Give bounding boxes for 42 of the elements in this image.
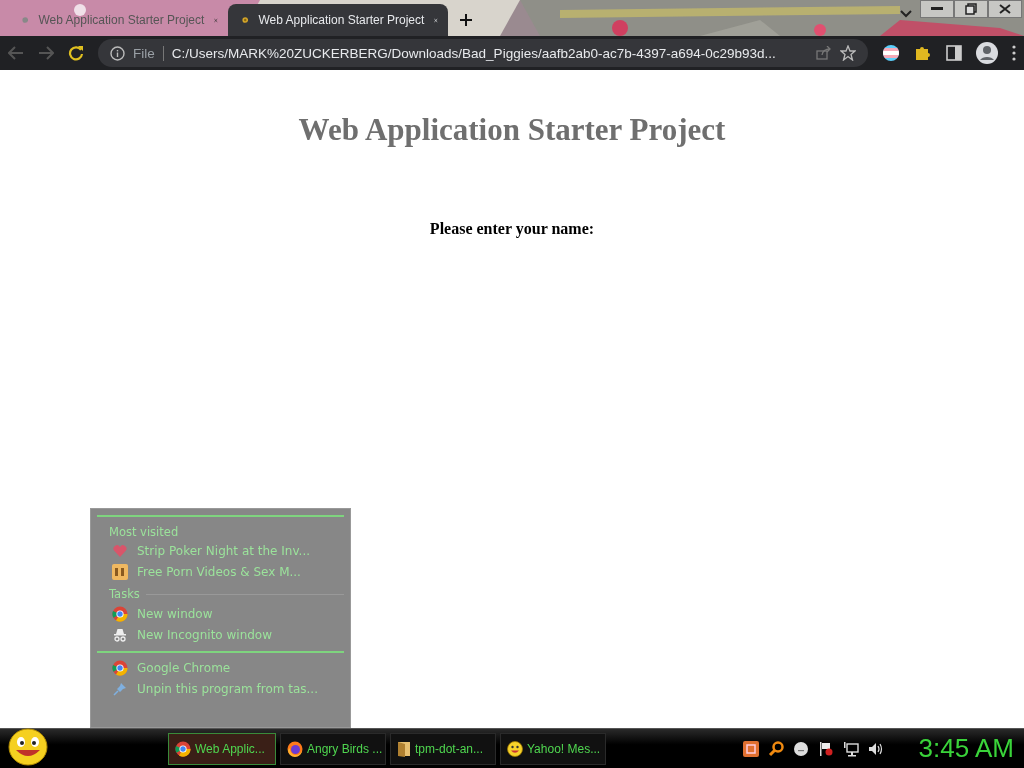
taskbar-button[interactable]: Yahoo! Mes... — [500, 732, 606, 765]
info-icon[interactable] — [110, 45, 125, 61]
pin-icon — [113, 682, 127, 696]
browser-tab[interactable]: Web Application Starter Project — [228, 4, 448, 36]
chevron-icon[interactable] — [900, 10, 912, 18]
taskbar-button[interactable]: Web Applic... — [168, 732, 276, 765]
avatar-icon[interactable] — [976, 42, 998, 64]
address-bar[interactable]: File C:/Users/MARK%20ZUCKERBERG/Downloads/Bad_Piggies/aafb2ab0-ac7b-4397-a694-0c29b93d... — [98, 39, 868, 67]
smiley-icon — [507, 740, 523, 757]
star-icon[interactable] — [840, 45, 856, 61]
minimize-icon[interactable] — [920, 0, 954, 18]
network-icon[interactable] — [842, 740, 859, 757]
section-label: Tasks — [109, 587, 140, 601]
section-label: Most visited — [109, 525, 179, 539]
reload-icon[interactable] — [68, 45, 84, 61]
taskbar-button[interactable]: Angry Birds ... — [280, 732, 386, 765]
new-tab-icon[interactable] — [460, 14, 472, 26]
page-heading: Web Application Starter Project — [298, 112, 726, 148]
heart-icon — [113, 545, 127, 557]
chrome-icon — [112, 660, 128, 676]
puzzle-icon[interactable] — [914, 44, 932, 62]
flag-icon[interactable] — [882, 44, 900, 62]
chrome-icon — [175, 740, 191, 757]
menu-icon[interactable] — [1012, 45, 1016, 61]
incognito-icon — [113, 628, 127, 642]
door-icon — [397, 740, 411, 757]
firefox-icon — [287, 740, 303, 757]
side-panel-icon[interactable] — [946, 45, 962, 61]
chrome-icon — [112, 606, 128, 622]
name-prompt: Please enter your name: — [429, 220, 595, 238]
restore-icon[interactable] — [954, 0, 988, 18]
url-text: C:/Users/MARK%20ZUCKERBERG/Downloads/Bad_Piggies/aafb2ab0-ac7b-4397-a694-0c29b93d... — [171, 45, 777, 61]
app-icon[interactable] — [742, 740, 759, 757]
close-icon[interactable] — [988, 0, 1022, 18]
taskbar-button[interactable]: tpm-dot-an... — [390, 732, 496, 765]
clock[interactable]: 3:45 AM — [918, 733, 1014, 764]
smiley-icon[interactable] — [8, 727, 48, 766]
flag-icon[interactable] — [817, 740, 834, 757]
scheme-label: File — [133, 45, 164, 61]
search-icon[interactable] — [767, 740, 784, 757]
share-icon[interactable] — [816, 46, 832, 60]
square-icon — [112, 564, 128, 580]
